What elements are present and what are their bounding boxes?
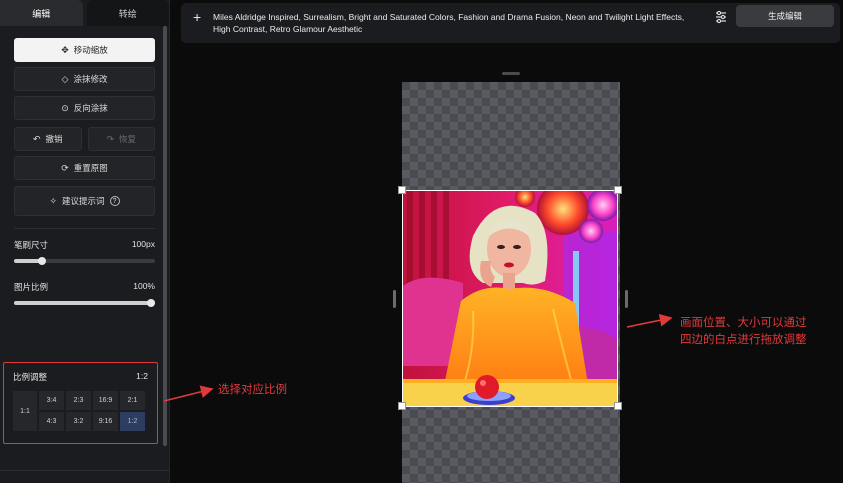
resize-annotation-line1: 画面位置、大小可以通过: [680, 317, 807, 329]
ratio-annotation: 选择对应比例: [218, 384, 287, 396]
app-root: 编辑 转绘 ✥ 移动缩放 ◇ 涂抹修改 ⊙ 反向涂抹 ↶ 撤销 ↷ 恢复 ⟳ 重…: [0, 0, 843, 483]
resize-arrow: [626, 313, 673, 328]
ratio-arrow: [163, 385, 214, 402]
annotation-arrows: [163, 313, 673, 402]
resize-annotation-line2: 四边的白点进行拖放调整: [680, 334, 807, 346]
